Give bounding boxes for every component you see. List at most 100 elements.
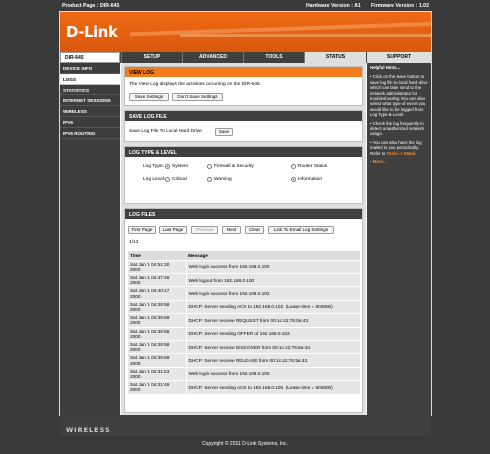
log-time-cell: Sat Jan 1 04:39:58 2000 xyxy=(128,300,187,315)
support-header[interactable]: SUPPORT xyxy=(367,52,431,63)
table-row: Sat Jan 1 04:39:58 2000 DHCP: Server send… xyxy=(128,300,360,315)
sidebar: DEVICE INFO LOGS STATISTICS INTERNET SES… xyxy=(60,63,120,415)
more-link[interactable]: • More... xyxy=(370,159,428,164)
log-level-information-label: Information xyxy=(298,177,322,182)
tools-email-link[interactable]: Tools -> EMail. xyxy=(387,151,417,156)
column-header-time: Time xyxy=(128,251,186,261)
log-type-router-status-radio[interactable] xyxy=(291,164,296,169)
log-type-router-status-label: Router Status xyxy=(298,164,328,169)
log-message-cell: DHCP: Server receive RELEASE from 00:1c:… xyxy=(186,353,360,368)
log-message-cell: Web logout from 192.168.0.100 xyxy=(186,273,360,288)
log-time-cell: Sat Jan 1 04:51:30 2000 xyxy=(128,260,187,274)
log-time-cell: Sat Jan 1 04:39:58 2000 xyxy=(128,313,187,328)
sidebar-item-wireless[interactable]: WIRELESS xyxy=(60,106,120,117)
log-message-cell: DHCP: Server receive DISCOVER from 00:1c… xyxy=(186,340,360,355)
save-log-file-label: Save Log File To Local Hard Drive. xyxy=(129,129,204,134)
main-content: VIEW LOG The View Log displays the activ… xyxy=(121,63,366,415)
log-type-firewall-label: Firewall & Security xyxy=(214,164,254,169)
log-type-firewall-radio[interactable] xyxy=(207,164,212,169)
banner-stripe-2 xyxy=(180,34,431,37)
log-message-cell: DHCP: Server sending ACK to 192.168.0.10… xyxy=(186,300,360,315)
sidebar-item-ipv6[interactable]: IPV6 xyxy=(60,117,120,128)
wireless-logo: WIRELESS xyxy=(66,426,111,434)
sidebar-item-logs[interactable]: LOGS xyxy=(60,73,120,85)
log-time-cell: Sat Jan 1 04:47:46 2000 xyxy=(128,273,187,288)
log-type-label: Log Type: xyxy=(143,164,164,169)
log-message-cell: Web login success from 192.168.0.100 xyxy=(186,367,360,382)
table-row: Sat Jan 1 04:39:58 2000 DHCP: Server rece… xyxy=(128,313,360,328)
model-label: DIR-645 xyxy=(60,52,120,63)
save-log-file-section: SAVE LOG FILE Save Log File To Local Har… xyxy=(124,110,363,142)
router-admin-frame: D-Link DIR-645 SETUP ADVANCED TOOLS STAT… xyxy=(59,11,432,436)
log-level-critical-label: Critical xyxy=(172,177,187,182)
next-page-button[interactable]: Next xyxy=(222,226,241,234)
table-row: Sat Jan 1 04:31:49 2000 DHCP: Server send… xyxy=(128,380,360,395)
log-table: Time Message Sat Jan 1 04:51:30 2000 Web … xyxy=(128,251,360,395)
hint-text: • You can also have the log mailed to yo… xyxy=(370,139,422,156)
banner: D-Link xyxy=(60,12,431,52)
save-log-file-header: SAVE LOG FILE xyxy=(125,111,362,121)
log-message-cell: Web login success from 192.168.0.100 xyxy=(186,260,360,274)
helpful-hints: Helpful Hints... • Click on the Save but… xyxy=(367,63,431,167)
page-indicator: 1/13 xyxy=(129,240,139,245)
table-row: Sat Jan 1 04:39:58 2000 DHCP: Server rece… xyxy=(128,340,360,355)
hint-text: • Click on the Save button to save log f… xyxy=(370,74,428,118)
table-row: Sat Jan 1 04:39:58 2000 DHCP: Server send… xyxy=(128,327,360,341)
dlink-logo: D-Link xyxy=(66,23,118,41)
table-row: Sat Jan 1 04:31:53 2000 Web login success… xyxy=(128,367,360,382)
log-files-section: LOG FILES First Page Last Page Previous … xyxy=(124,208,363,413)
log-level-warning-radio[interactable] xyxy=(207,177,212,182)
tab-advanced[interactable]: ADVANCED xyxy=(182,52,243,63)
log-message-cell: Web login success from 192.168.0.102 xyxy=(186,286,360,301)
top-bar: Product Page : DIR-645 Hardware Version … xyxy=(0,0,490,11)
sidebar-item-internet-sessions[interactable]: INTERNET SESSIONS xyxy=(60,95,120,107)
table-row: Sat Jan 1 04:39:58 2000 DHCP: Server rece… xyxy=(128,353,360,368)
save-log-button[interactable]: Save xyxy=(215,128,233,136)
sidebar-item-device-info[interactable]: DEVICE INFO xyxy=(60,63,120,74)
log-time-cell: Sat Jan 1 04:39:58 2000 xyxy=(128,327,187,341)
column-header-message: Message xyxy=(186,251,360,261)
first-page-button[interactable]: First Page xyxy=(128,226,156,234)
last-page-button[interactable]: Last Page xyxy=(159,226,187,234)
log-level-label: Log Level: xyxy=(143,177,166,182)
table-row: Sat Jan 1 04:51:30 2000 Web login success… xyxy=(128,260,360,274)
view-log-description: The View Log displays the activities occ… xyxy=(129,82,261,87)
tab-setup[interactable]: SETUP xyxy=(121,52,182,63)
log-type-system-label: System xyxy=(172,164,188,169)
helpful-hints-title: Helpful Hints... xyxy=(370,65,401,70)
sidebar-item-ipv6-routing[interactable]: IPV6 ROUTING xyxy=(60,128,120,139)
log-files-header: LOG FILES xyxy=(125,209,362,219)
footer-bar: WIRELESS xyxy=(60,415,431,436)
support-panel: SUPPORT Helpful Hints... • Click on the … xyxy=(367,52,431,415)
dont-save-settings-button[interactable]: Don't Save Settings xyxy=(172,93,223,101)
table-row: Sat Jan 1 04:40:17 2000 Web login success… xyxy=(128,286,360,301)
log-time-cell: Sat Jan 1 04:39:58 2000 xyxy=(128,340,187,355)
log-type-level-section: LOG TYPE & LEVEL Log Type: System Firewa… xyxy=(124,146,363,204)
log-message-cell: DHCP: Server sending OFFER of 192.168.0.… xyxy=(186,327,360,341)
sidebar-item-statistics[interactable]: STATISTICS xyxy=(60,85,120,96)
view-log-section: VIEW LOG The View Log displays the activ… xyxy=(124,66,363,106)
log-time-cell: Sat Jan 1 04:31:49 2000 xyxy=(128,380,187,395)
clear-log-button[interactable]: Clear xyxy=(245,226,264,234)
log-time-cell: Sat Jan 1 04:31:53 2000 xyxy=(128,367,187,382)
log-type-level-header: LOG TYPE & LEVEL xyxy=(125,147,362,157)
log-message-cell: DHCP: Server sending ACK to 192.168.0.10… xyxy=(186,380,360,395)
product-page-label: Product Page : DIR-645 xyxy=(62,3,120,9)
table-row: Sat Jan 1 04:47:46 2000 Web logout from 1… xyxy=(128,273,360,288)
hardware-version-label: Hardware Version : A1 xyxy=(306,3,361,9)
view-log-header: VIEW LOG xyxy=(125,67,362,77)
hint-text: • Check the log frequently to detect una… xyxy=(370,120,424,137)
email-log-settings-button[interactable]: Link To Email Log Settings xyxy=(268,226,334,234)
tab-tools[interactable]: TOOLS xyxy=(243,52,304,63)
log-time-cell: Sat Jan 1 04:39:58 2000 xyxy=(128,353,187,368)
firmware-version-label: Firmware Version : 1.02 xyxy=(371,3,429,9)
log-time-cell: Sat Jan 1 04:40:17 2000 xyxy=(128,286,187,301)
copyright-text: Copyright © 2011 D-Link Systems, Inc. xyxy=(202,441,288,447)
log-level-warning-label: Warning xyxy=(214,177,232,182)
tab-status[interactable]: STATUS xyxy=(304,52,366,63)
log-type-system-radio[interactable] xyxy=(165,164,170,169)
previous-page-button[interactable]: Previous xyxy=(191,226,218,234)
log-level-critical-radio[interactable] xyxy=(165,177,170,182)
log-level-information-radio[interactable] xyxy=(291,177,296,182)
save-settings-button[interactable]: Save Settings xyxy=(129,93,169,101)
